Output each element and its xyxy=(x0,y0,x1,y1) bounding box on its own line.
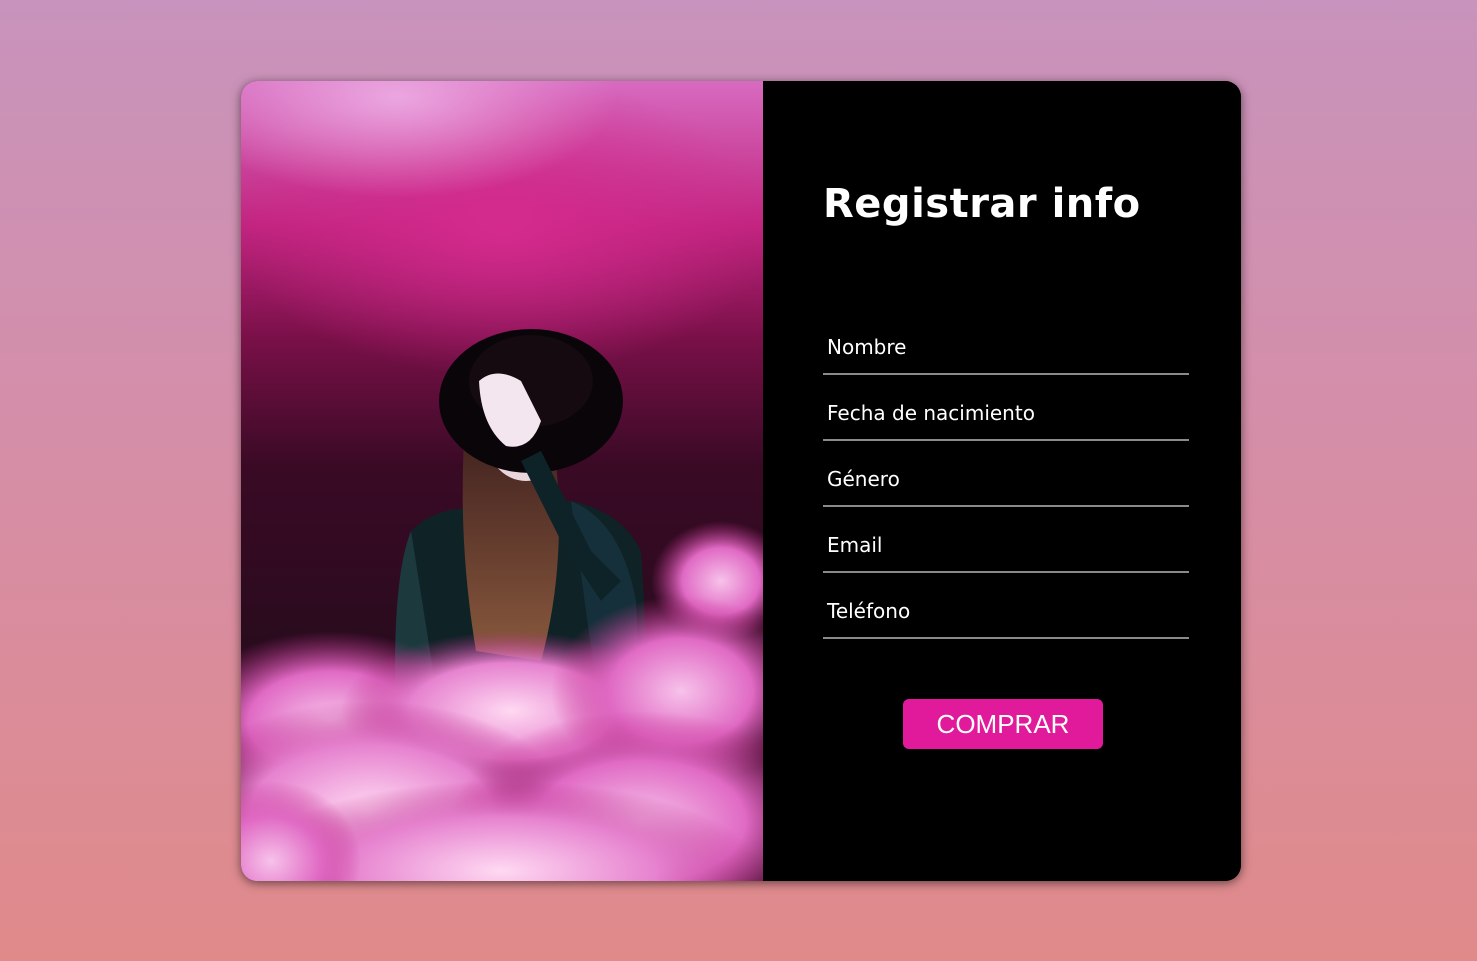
registration-form: Registrar info COMPRAR xyxy=(763,81,1241,881)
phone-field xyxy=(823,573,1189,639)
smoke-portrait-illustration xyxy=(241,329,763,881)
gender-input[interactable] xyxy=(823,467,1189,491)
phone-input[interactable] xyxy=(823,599,1189,623)
buy-button[interactable]: COMPRAR xyxy=(903,699,1103,749)
gender-field xyxy=(823,441,1189,507)
birthdate-field xyxy=(823,375,1189,441)
hero-photo xyxy=(241,81,763,881)
email-input[interactable] xyxy=(823,533,1189,557)
name-field xyxy=(823,309,1189,375)
form-title: Registrar info xyxy=(823,181,1141,227)
registration-card: Registrar info COMPRAR xyxy=(241,81,1241,881)
email-field xyxy=(823,507,1189,573)
name-input[interactable] xyxy=(823,335,1189,359)
birthdate-input[interactable] xyxy=(823,401,1189,425)
